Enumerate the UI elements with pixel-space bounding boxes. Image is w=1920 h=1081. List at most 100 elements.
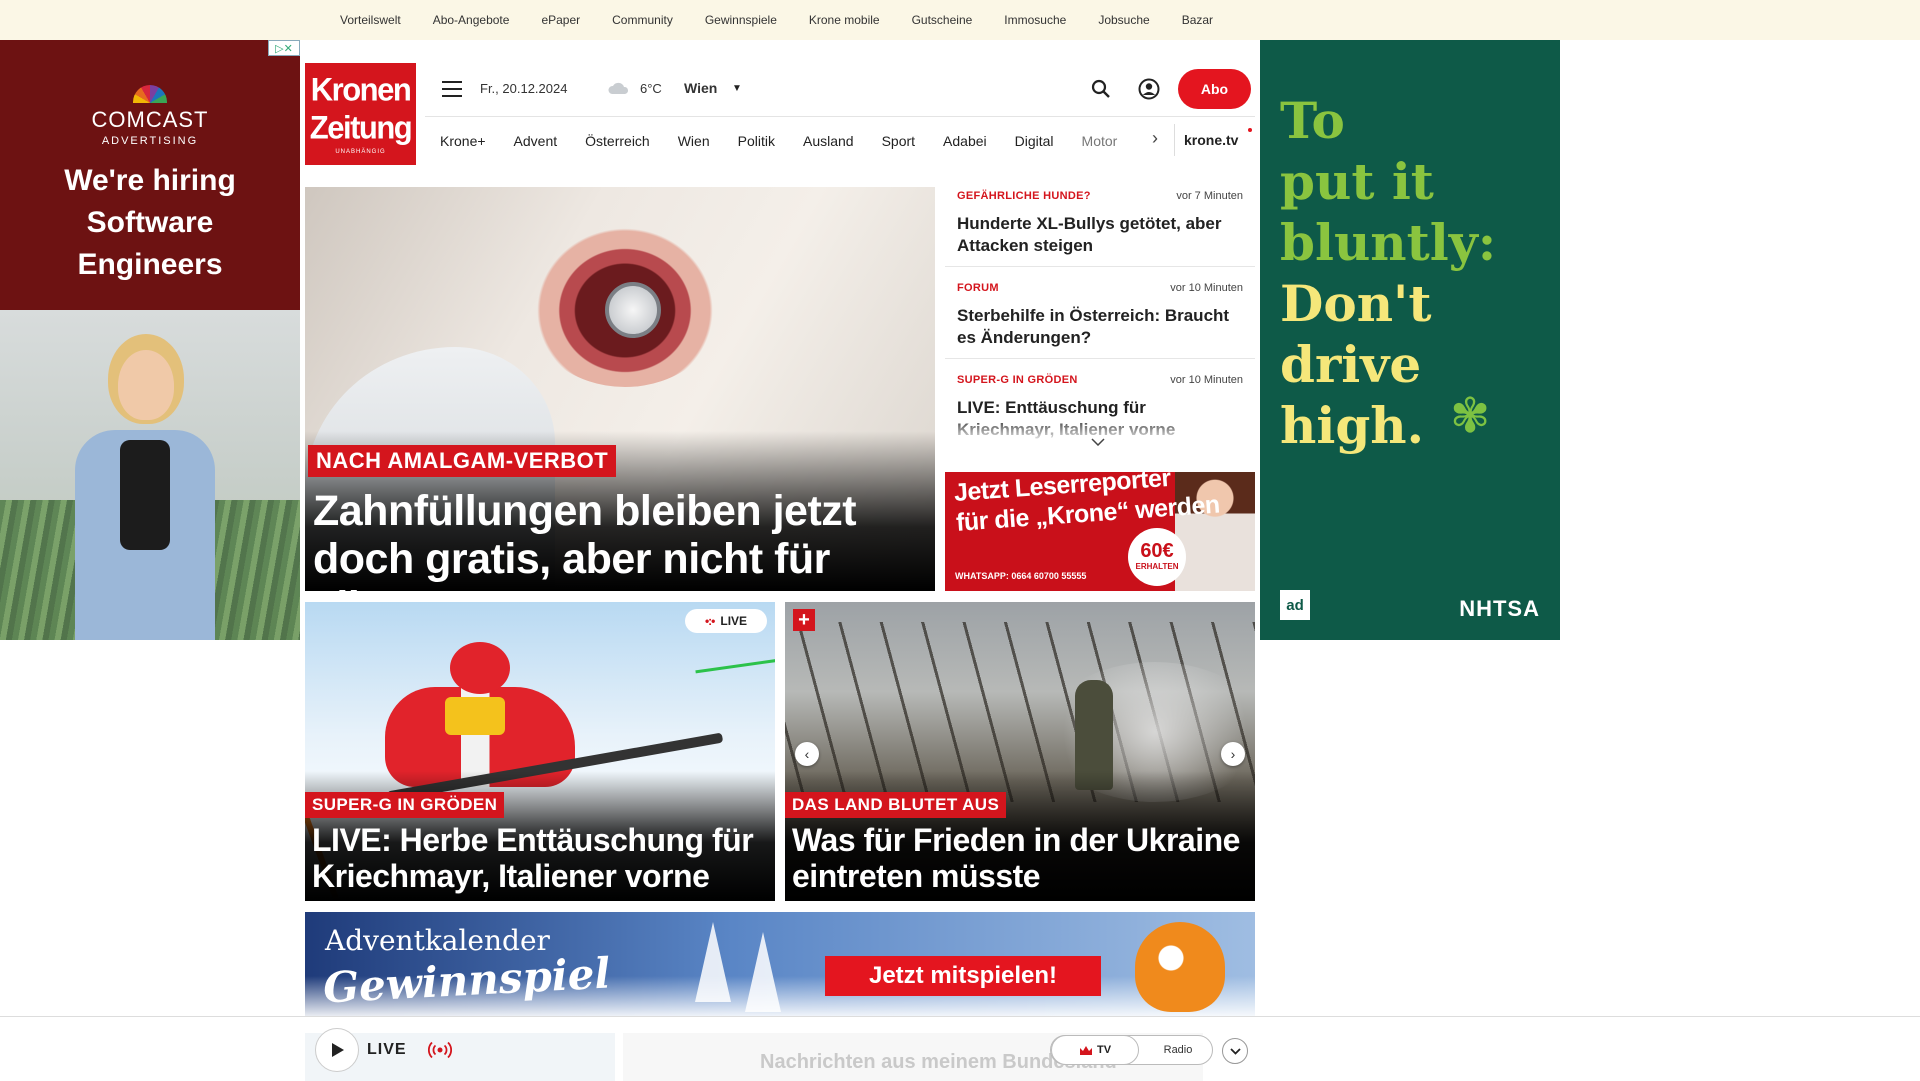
ad-line: bluntly: xyxy=(1280,213,1497,272)
news-ticker: GEFÄHRLICHE HUNDE? vor 7 Minuten Hundert… xyxy=(945,187,1255,452)
service-link[interactable]: Vorteilswelt xyxy=(340,13,401,27)
ticker-title: Hunderte XL-Bullys getötet, aber Attacke… xyxy=(957,214,1222,255)
advent-line1: Adventkalender xyxy=(325,924,550,957)
story-card-super-g[interactable]: •:• LIVE SUPER-G IN GRÖDEN LIVE: Herbe E… xyxy=(305,602,775,901)
nav-item[interactable]: Adabei xyxy=(943,133,987,149)
story-kicker: SUPER-G IN GRÖDEN xyxy=(305,792,505,818)
ad-right-psa[interactable]: To put it bluntly: Don't drive high. ✾ a… xyxy=(1260,40,1560,640)
reward-badge: 60€ ERHALTEN xyxy=(1128,528,1186,586)
hero-story[interactable]: NACH AMALGAM-VERBOT Zahnfüllungen bleibe… xyxy=(305,187,935,591)
nav-item[interactable]: Krone+ xyxy=(440,133,486,149)
service-link[interactable]: Gutscheine xyxy=(912,13,973,27)
main-nav: Krone+ Advent Österreich Wien Politik Ausland… xyxy=(440,130,1117,152)
story-card-ukraine[interactable]: + ‹ › DAS LAND BLUTET AUS Was für Friede… xyxy=(785,602,1255,901)
search-icon[interactable] xyxy=(1090,78,1112,100)
ad-line: drive xyxy=(1280,335,1422,394)
hero-kicker: NACH AMALGAM-VERBOT xyxy=(308,445,617,477)
ad-line: Don't xyxy=(1280,274,1432,333)
chevron-down-icon[interactable]: ▼ xyxy=(732,83,742,94)
adchoices-icon[interactable]: ▷✕ xyxy=(268,40,300,56)
story-title: LIVE: Herbe Enttäuschung für Kriechmayr,… xyxy=(312,822,754,894)
tv-option[interactable]: TV xyxy=(1051,1035,1139,1065)
ad-line: put it xyxy=(1280,152,1434,211)
ticker-kicker: GEFÄHRLICHE HUNDE? xyxy=(957,190,1091,202)
ad-council-logo: ad xyxy=(1280,590,1310,620)
logo-tagline: UNABHÄNGIG xyxy=(335,149,386,155)
service-link[interactable]: Community xyxy=(612,13,673,27)
temperature: 6°C xyxy=(640,81,662,96)
current-date: Fr., 20.12.2024 xyxy=(480,81,568,96)
leaf-icon: ✾ xyxy=(1450,390,1491,443)
broadcast-icon xyxy=(428,1041,452,1059)
live-dots-icon: •:• xyxy=(704,614,715,628)
ad-headline-line: Engineers xyxy=(77,248,223,281)
service-link[interactable]: Immosuche xyxy=(1004,13,1066,27)
city-selector[interactable]: Wien xyxy=(684,80,717,96)
advent-cta-button[interactable]: Jetzt mitspielen! xyxy=(825,956,1101,996)
reward-amount: 60€ xyxy=(1140,540,1174,562)
nav-item[interactable]: Advent xyxy=(514,133,558,149)
ad-headline: We're hiring Software Engineers xyxy=(0,160,300,286)
nhtsa-logo: NHTSA xyxy=(1459,596,1540,621)
reward-label: ERHALTEN xyxy=(1135,562,1179,571)
ad-brand: COMCAST ADVERTISING xyxy=(0,85,300,147)
ticker-kicker: SUPER-G IN GRÖDEN xyxy=(957,374,1078,386)
ad-headline-line: Software xyxy=(86,206,214,239)
menu-icon[interactable] xyxy=(442,81,462,97)
service-bar: Vorteilswelt Abo-Angebote ePaper Community G… xyxy=(0,0,1920,40)
nav-item[interactable]: Digital xyxy=(1015,133,1054,149)
service-link[interactable]: Krone mobile xyxy=(809,13,880,27)
play-icon xyxy=(332,1043,344,1057)
expand-player-button[interactable] xyxy=(1222,1038,1248,1064)
ticker-title: Sterbehilfe in Österreich: Braucht es Än… xyxy=(957,306,1230,347)
nav-item[interactable]: Sport xyxy=(882,133,915,149)
service-link[interactable]: Abo-Angebote xyxy=(433,13,510,27)
ad-brand-sub: ADVERTISING xyxy=(101,135,199,147)
nav-item-overflow[interactable]: Motor xyxy=(1082,133,1118,149)
ad-line: To xyxy=(1280,91,1345,150)
chevron-down-icon[interactable] xyxy=(1091,438,1105,446)
radio-option[interactable]: Radio xyxy=(1145,1036,1211,1064)
ticker-time: vor 10 Minuten xyxy=(1170,282,1243,294)
service-link[interactable]: ePaper xyxy=(541,13,580,27)
hero-title: Zahnfüllungen bleiben jetzt doch gratis,… xyxy=(313,487,857,591)
whatsapp-number: WHATSAPP: 0664 60700 55555 xyxy=(955,571,1087,581)
ticker-time: vor 10 Minuten xyxy=(1170,374,1243,386)
nav-item[interactable]: Ausland xyxy=(803,133,854,149)
ad-left-comcast[interactable]: ▷✕ COMCAST ADVERTISING We're hiring Soft… xyxy=(0,40,300,640)
krone-plus-icon: + xyxy=(793,609,815,631)
fox-mascot-icon xyxy=(1135,922,1225,1012)
chevron-right-icon[interactable]: › xyxy=(1152,128,1158,149)
nav-item-kronetv[interactable]: krone.tv xyxy=(1184,132,1238,148)
nav-separator xyxy=(1174,124,1175,156)
advent-banner[interactable]: Adventkalender Gewinnspiel Jetzt mitspie… xyxy=(305,912,1255,1016)
leserreporter-ad[interactable]: Jetzt Leserreporter für die „Krone“ werd… xyxy=(945,472,1255,591)
ticker-kicker: FORUM xyxy=(957,282,999,294)
carousel-next-button[interactable]: › xyxy=(1221,742,1245,766)
tv-radio-switch: TV Radio xyxy=(1050,1035,1213,1065)
live-badge: •:• LIVE xyxy=(685,609,767,633)
nav-item[interactable]: Politik xyxy=(738,133,775,149)
nav-item[interactable]: Wien xyxy=(678,133,710,149)
account-icon[interactable] xyxy=(1138,78,1160,100)
service-link[interactable]: Bazar xyxy=(1182,13,1213,27)
ticker-time: vor 7 Minuten xyxy=(1176,190,1243,202)
tv-option-label: TV xyxy=(1096,1044,1112,1056)
live-label: LIVE xyxy=(367,1041,407,1058)
service-links: Vorteilswelt Abo-Angebote ePaper Community G… xyxy=(340,0,1245,40)
ticker-item[interactable]: GEFÄHRLICHE HUNDE? vor 7 Minuten Hundert… xyxy=(945,187,1255,267)
abo-button[interactable]: Abo xyxy=(1178,69,1251,109)
story-title: Was für Frieden in der Ukraine eintreten… xyxy=(792,822,1240,894)
carousel-prev-button[interactable]: ‹ xyxy=(795,742,819,766)
ad-headline-line: We're hiring xyxy=(64,164,236,197)
play-button[interactable] xyxy=(315,1028,359,1072)
ticker-item[interactable]: FORUM vor 10 Minuten Sterbehilfe in Öste… xyxy=(945,279,1255,359)
nav-item[interactable]: Österreich xyxy=(585,133,650,149)
story-kicker: DAS LAND BLUTET AUS xyxy=(785,792,1007,818)
cloud-icon xyxy=(608,82,629,94)
service-link[interactable]: Gewinnspiele xyxy=(705,13,777,27)
service-link[interactable]: Jobsuche xyxy=(1098,13,1149,27)
logo-line: Zeitung xyxy=(309,109,413,146)
site-logo[interactable]: Kronen Zeitung UNABHÄNGIG xyxy=(305,63,416,165)
crown-icon xyxy=(1079,1045,1092,1055)
